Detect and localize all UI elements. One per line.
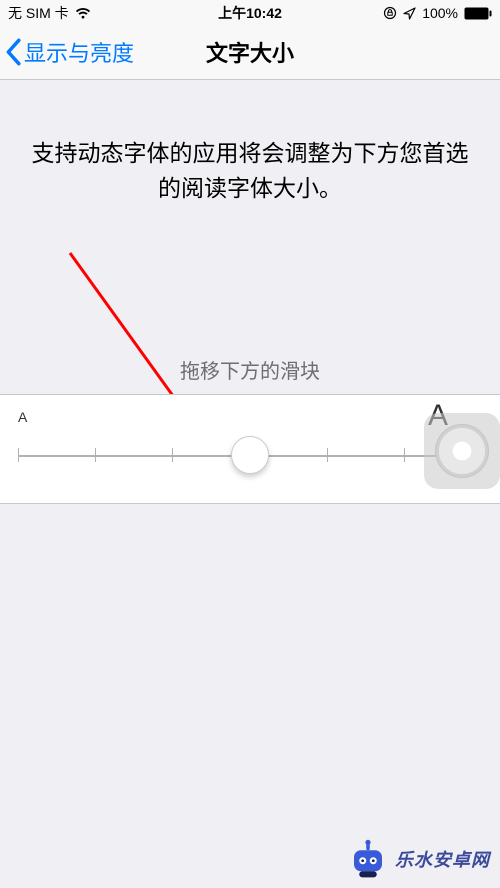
watermark: 乐水安卓网 — [347, 838, 490, 880]
watermark-text: 乐水安卓网 — [395, 846, 490, 872]
robot-icon — [347, 838, 389, 880]
slider-tick — [95, 448, 96, 462]
slider-tick — [404, 448, 405, 462]
assistive-touch-icon — [435, 424, 489, 478]
slider-tick — [327, 448, 328, 462]
slider-thumb[interactable] — [231, 436, 269, 474]
slider-tick — [172, 448, 173, 462]
assistive-touch-button[interactable] — [424, 413, 500, 489]
back-button[interactable]: 显示与亮度 — [0, 36, 134, 68]
status-bar: 无 SIM 卡 上午10:42 100% — [0, 0, 500, 24]
slider-min-label: A — [18, 409, 27, 425]
back-label: 显示与亮度 — [24, 36, 134, 68]
text-size-slider[interactable]: A A — [0, 394, 500, 504]
nav-bar: 显示与亮度 文字大小 — [0, 24, 500, 80]
status-time: 上午10:42 — [214, 5, 286, 21]
description-text: 支持动态字体的应用将会调整为下方您首选的阅读字体大小。 — [0, 80, 500, 205]
slider-hint: 拖移下方的滑块 — [0, 355, 500, 384]
slider-tick — [18, 448, 19, 462]
